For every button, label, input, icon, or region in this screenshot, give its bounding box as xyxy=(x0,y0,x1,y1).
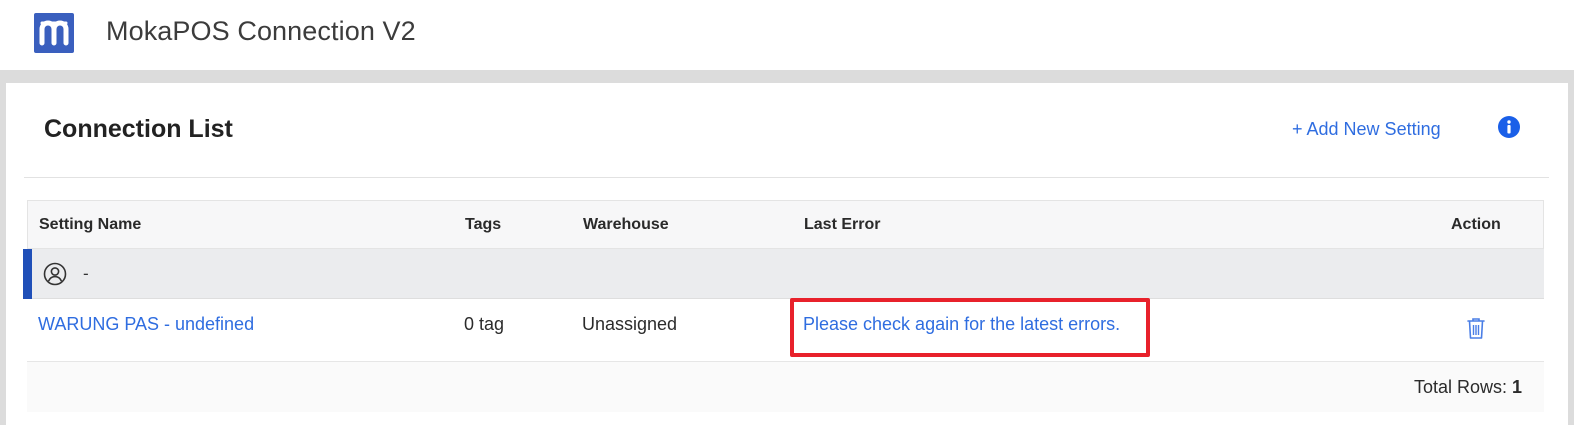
trash-icon[interactable] xyxy=(1465,316,1487,340)
column-header-setting-name[interactable]: Setting Name xyxy=(39,216,141,234)
moka-logo-icon xyxy=(34,13,74,53)
add-new-setting-button[interactable]: + Add New Setting xyxy=(1292,119,1441,140)
setting-name-link[interactable]: WARUNG PAS - undefined xyxy=(38,314,254,335)
error-highlight-box xyxy=(790,298,1150,357)
table-row: WARUNG PAS - undefined 0 tag Unassigned … xyxy=(27,298,1544,362)
column-header-last-error[interactable]: Last Error xyxy=(804,216,880,234)
table-footer: Total Rows: 1 xyxy=(27,362,1544,412)
connection-list-card: Connection List + Add New Setting Settin… xyxy=(6,83,1568,425)
group-label: - xyxy=(83,264,89,283)
total-rows: Total Rows: 1 xyxy=(1414,377,1522,398)
total-rows-value: 1 xyxy=(1511,377,1522,397)
header-divider xyxy=(24,177,1549,178)
table-header: Setting Name Tags Warehouse Last Error A… xyxy=(27,200,1544,249)
column-header-warehouse[interactable]: Warehouse xyxy=(583,216,669,234)
column-header-action: Action xyxy=(1451,216,1501,233)
total-rows-label: Total Rows: xyxy=(1413,377,1512,397)
group-accent-bar xyxy=(23,249,32,299)
column-header-tags[interactable]: Tags xyxy=(465,216,501,234)
connection-table: Setting Name Tags Warehouse Last Error A… xyxy=(23,200,1544,412)
tags-cell: 0 tag xyxy=(464,314,505,334)
app-title: MokaPOS Connection V2 xyxy=(106,16,416,46)
warehouse-cell: Unassigned xyxy=(582,314,678,334)
group-row[interactable]: - xyxy=(23,249,1544,299)
info-icon[interactable] xyxy=(1498,116,1520,138)
user-circle-icon xyxy=(43,262,67,286)
page-title: Connection List xyxy=(44,115,233,143)
top-bar: MokaPOS Connection V2 xyxy=(0,0,1574,70)
